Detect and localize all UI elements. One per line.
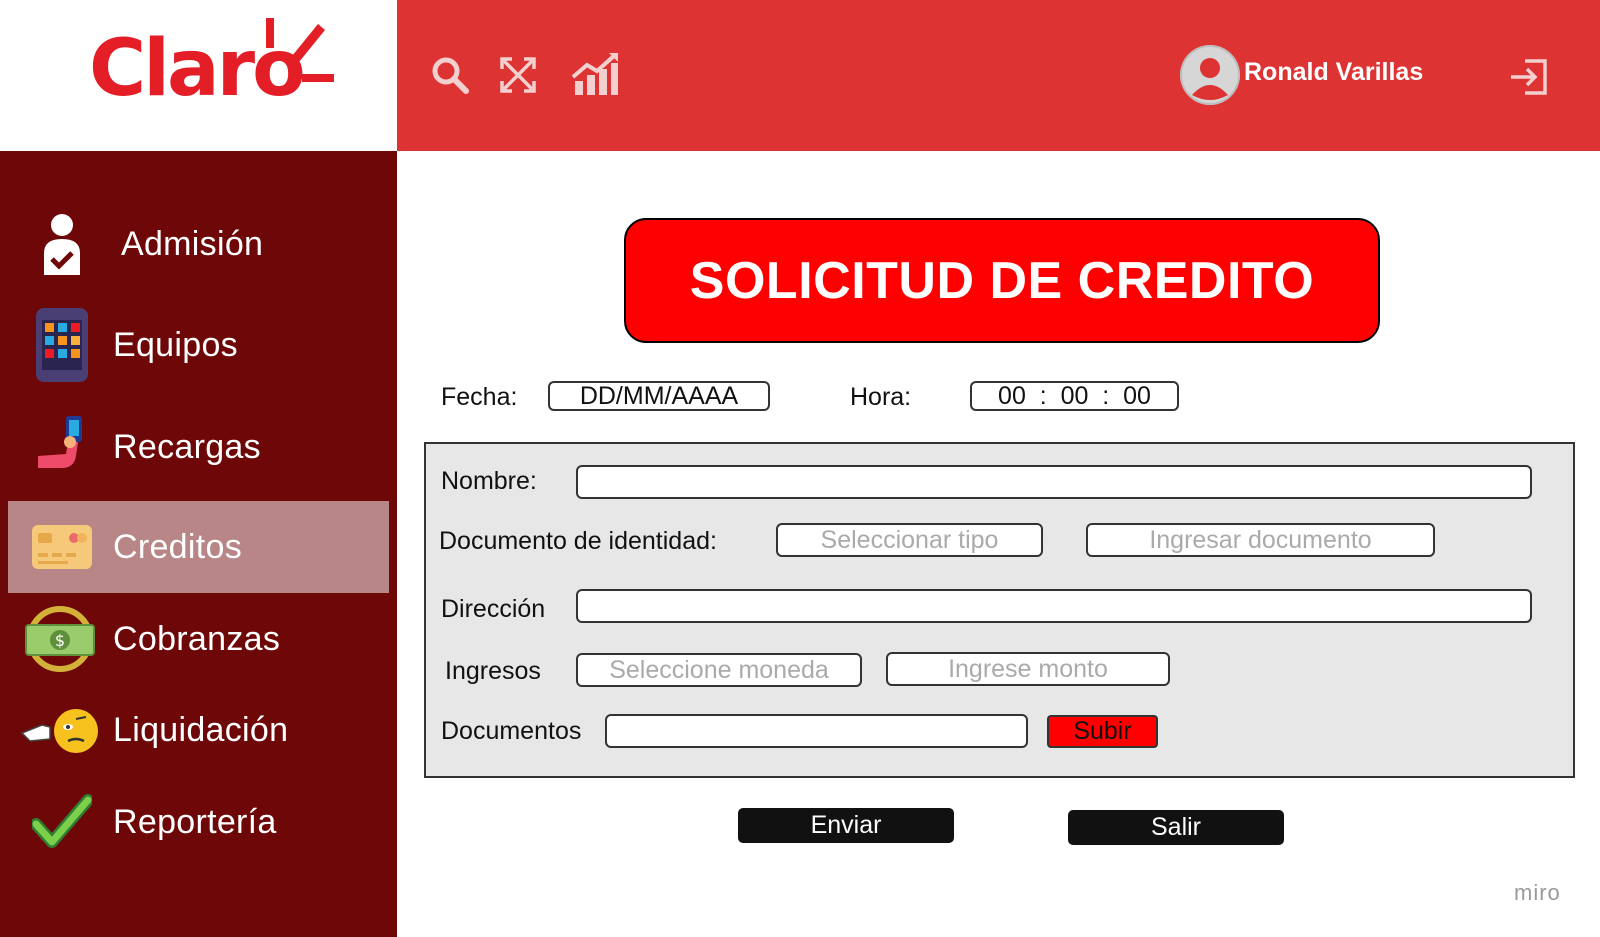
money-icon: $ — [20, 599, 100, 679]
search-icon[interactable] — [427, 52, 473, 98]
hora-field[interactable]: 00 : 00 : 00 — [970, 381, 1179, 411]
credit-card-icon — [22, 507, 102, 587]
sidebar-item-label: Creditos — [113, 527, 243, 566]
sidebar-item-liquidacion[interactable]: Liquidación — [8, 684, 389, 776]
nombre-label: Nombre: — [441, 467, 537, 495]
sidebar-item-creditos[interactable]: Creditos — [8, 501, 389, 593]
moneda-select[interactable]: Seleccione moneda — [576, 653, 862, 687]
top-bar: Ronald Varillas — [397, 0, 1600, 151]
sidebar-item-recargas[interactable]: Recargas — [8, 401, 389, 493]
checkmark-icon — [22, 782, 102, 862]
sidebar-item-admision[interactable]: Admisión — [8, 198, 389, 290]
sidebar-item-label: Admisión — [121, 224, 264, 263]
monto-input[interactable]: Ingrese monto — [886, 652, 1170, 686]
svg-text:$: $ — [55, 631, 65, 650]
pointing-emoji-icon — [20, 690, 100, 770]
documento-label: Documento de identidad: — [439, 527, 717, 555]
documentos-label: Documentos — [441, 717, 582, 745]
logout-icon[interactable] — [1507, 55, 1551, 99]
ingresos-label: Ingresos — [445, 657, 541, 685]
hora-label: Hora: — [850, 383, 912, 411]
documentos-file-input[interactable] — [605, 714, 1028, 748]
fecha-label: Fecha: — [441, 383, 518, 411]
chart-icon[interactable] — [569, 52, 621, 98]
sidebar-item-cobranzas[interactable]: $ Cobranzas — [8, 593, 389, 685]
sidebar-item-label: Reportería — [113, 802, 277, 841]
sidebar-item-label: Cobranzas — [113, 619, 281, 658]
logo-area: Claro — [0, 0, 397, 151]
page-title-banner: SOLICITUD DE CREDITO — [624, 218, 1380, 343]
logo-rays-icon — [266, 18, 334, 82]
user-avatar[interactable] — [1180, 45, 1240, 105]
enviar-button[interactable]: Enviar — [738, 808, 954, 843]
page-title: SOLICITUD DE CREDITO — [689, 251, 1315, 310]
sidebar-item-equipos[interactable]: Equipos — [8, 299, 389, 391]
documento-tipo-select[interactable]: Seleccionar tipo — [776, 523, 1043, 557]
documento-numero-input[interactable]: Ingresar documento — [1086, 523, 1435, 557]
sidebar-item-label: Recargas — [113, 427, 261, 466]
hand-phone-icon — [22, 407, 102, 487]
miro-watermark: miro — [1514, 880, 1561, 905]
user-name[interactable]: Ronald Varillas — [1244, 58, 1423, 87]
fecha-field[interactable]: DD/MM/AAAA — [548, 381, 770, 411]
user-check-icon — [22, 204, 102, 284]
expand-icon[interactable] — [495, 52, 541, 98]
direccion-label: Dirección — [441, 595, 546, 623]
salir-button[interactable]: Salir — [1068, 810, 1284, 845]
sidebar-item-label: Liquidación — [113, 710, 289, 749]
sidebar: Admisión Equipos Recargas Creditos $ Cob… — [0, 151, 397, 937]
phone-apps-icon — [22, 305, 102, 385]
sidebar-item-reporteria[interactable]: Reportería — [8, 776, 389, 868]
nombre-input[interactable] — [576, 465, 1532, 499]
sidebar-item-label: Equipos — [113, 325, 238, 364]
subir-button[interactable]: Subir — [1047, 715, 1158, 748]
direccion-input[interactable] — [576, 589, 1532, 623]
